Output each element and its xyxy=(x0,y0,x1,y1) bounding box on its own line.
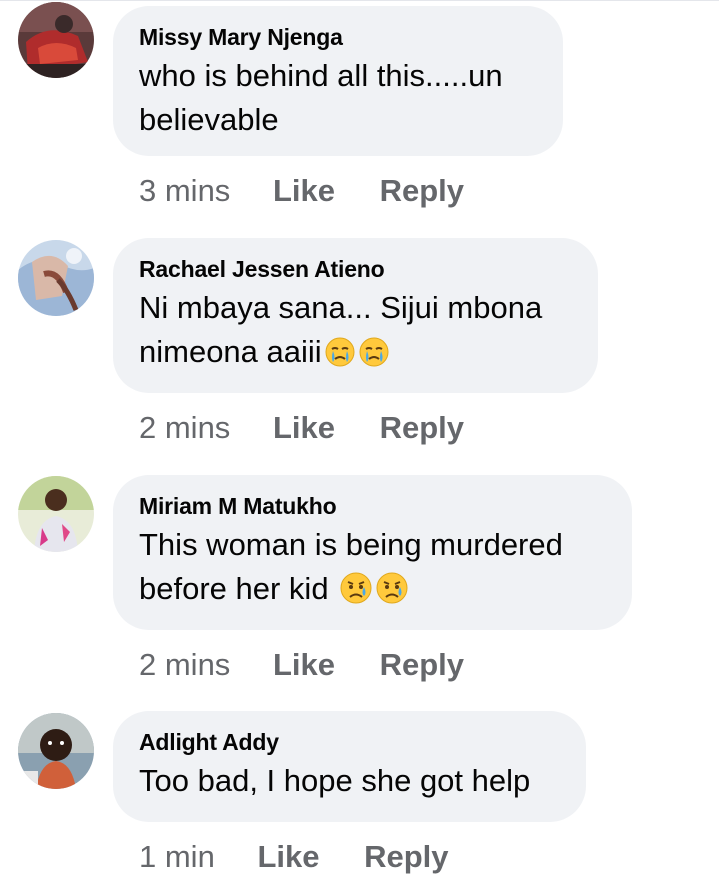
comment-timestamp[interactable]: 2 mins xyxy=(139,645,230,685)
comment-text-line: Ni mbaya sana... Sijui mbona xyxy=(139,290,543,325)
comment-bubble: Missy Mary Njenga who is behind all this… xyxy=(113,6,563,156)
like-button[interactable]: Like xyxy=(257,837,319,877)
comment-text-line: Too bad, I hope she got help xyxy=(139,763,531,798)
comment-actions: 2 mins Like Reply xyxy=(139,645,464,685)
comment-text: Ni mbaya sana... Sijui mbona nimeona aai… xyxy=(139,286,572,380)
comment-text: Too bad, I hope she got help xyxy=(139,759,560,803)
comment-actions: 2 mins Like Reply xyxy=(139,408,464,448)
like-button[interactable]: Like xyxy=(273,171,335,211)
comment-text: who is behind all this.....un believable xyxy=(139,54,537,142)
comment-text-line: who is behind all this.....un xyxy=(139,58,503,93)
comment-timestamp[interactable]: 1 min xyxy=(139,837,215,877)
comment-text-line: nimeona aaiii xyxy=(139,334,322,369)
crying-face-icon xyxy=(324,336,356,380)
comment-author[interactable]: Rachael Jessen Atieno xyxy=(139,254,572,284)
comment-actions: 3 mins Like Reply xyxy=(139,171,464,211)
crying-face-icon xyxy=(358,336,390,380)
comment-text: This woman is being murdered before her … xyxy=(139,523,606,617)
comment-bubble: Rachael Jessen Atieno Ni mbaya sana... S… xyxy=(113,238,598,393)
comment-actions: 1 min Like Reply xyxy=(139,837,449,877)
comment-timestamp[interactable]: 2 mins xyxy=(139,408,230,448)
comment-author[interactable]: Missy Mary Njenga xyxy=(139,22,537,52)
comment-text-line: believable xyxy=(139,102,279,137)
avatar[interactable] xyxy=(18,713,94,789)
reply-button[interactable]: Reply xyxy=(364,837,448,877)
reply-button[interactable]: Reply xyxy=(380,171,464,211)
comment-text-line: before her kid xyxy=(139,571,329,606)
sad-but-relieved-face-icon xyxy=(339,571,373,617)
comment-bubble: Adlight Addy Too bad, I hope she got hel… xyxy=(113,711,586,822)
avatar[interactable] xyxy=(18,2,94,78)
reply-button[interactable]: Reply xyxy=(380,408,464,448)
comment-author[interactable]: Adlight Addy xyxy=(139,727,560,757)
like-button[interactable]: Like xyxy=(273,645,335,685)
comment-author[interactable]: Miriam M Matukho xyxy=(139,491,606,521)
top-divider xyxy=(0,0,719,1)
reply-button[interactable]: Reply xyxy=(380,645,464,685)
avatar[interactable] xyxy=(18,240,94,316)
sad-but-relieved-face-icon xyxy=(375,571,409,617)
avatar[interactable] xyxy=(18,476,94,552)
like-button[interactable]: Like xyxy=(273,408,335,448)
comment-timestamp[interactable]: 3 mins xyxy=(139,171,230,211)
comment-text-line: This woman is being murdered xyxy=(139,527,563,562)
comment-bubble: Miriam M Matukho This woman is being mur… xyxy=(113,475,632,630)
